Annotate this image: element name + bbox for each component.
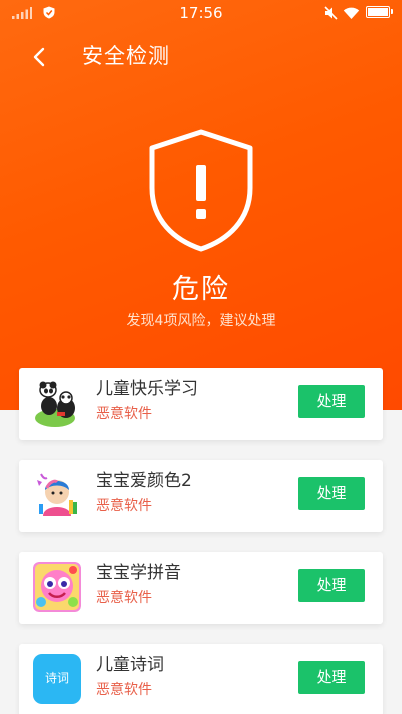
- malware-tag: 恶意软件: [96, 590, 152, 606]
- app-name: 宝宝学拼音: [96, 563, 181, 583]
- app-name: 宝宝爱颜色2: [96, 471, 192, 491]
- clock: 17:56: [179, 4, 223, 22]
- app-name: 儿童快乐学习: [96, 379, 198, 399]
- risk-app-card[interactable]: 宝宝爱颜色2 恶意软件 处理: [19, 460, 383, 532]
- risk-app-card[interactable]: 儿童快乐学习 恶意软件 处理: [19, 368, 383, 440]
- handle-button[interactable]: 处理: [298, 661, 365, 694]
- mute-icon: [324, 6, 338, 20]
- app-name: 儿童诗词: [96, 655, 164, 675]
- risk-app-card[interactable]: 诗词 儿童诗词 恶意软件 处理: [19, 644, 383, 714]
- wifi-icon: [343, 7, 360, 19]
- pinyin-app-icon: [33, 562, 81, 612]
- security-scan-screen: 17:56 安全检测 危险 发现4项风险，建议处理 儿童快乐学习 恶意软件 处理…: [0, 0, 402, 714]
- warning-shield-icon: [149, 129, 253, 252]
- back-button[interactable]: [24, 41, 56, 73]
- risk-app-card[interactable]: 宝宝学拼音 恶意软件 处理: [19, 552, 383, 624]
- malware-tag: 恶意软件: [96, 406, 152, 422]
- handle-button[interactable]: 处理: [298, 569, 365, 602]
- panda-app-icon: [33, 378, 81, 428]
- poem-app-icon: 诗词: [33, 654, 81, 704]
- malware-tag: 恶意软件: [96, 682, 152, 698]
- scan-status-title: 危险: [172, 274, 230, 305]
- battery-cap: [391, 9, 393, 14]
- page-title: 安全检测: [82, 44, 170, 68]
- handle-button[interactable]: 处理: [298, 477, 365, 510]
- malware-tag: 恶意软件: [96, 498, 152, 514]
- battery-icon: [366, 6, 390, 18]
- handle-button[interactable]: 处理: [298, 385, 365, 418]
- poem-icon-label: 诗词: [44, 671, 69, 685]
- status-bar: 17:56: [0, 0, 402, 26]
- coloring-app-icon: [33, 470, 81, 520]
- scan-summary: 发现4项风险，建议处理: [126, 313, 276, 329]
